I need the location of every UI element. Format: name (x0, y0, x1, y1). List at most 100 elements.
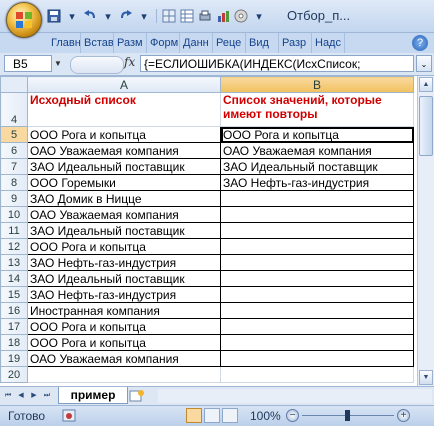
redo-dropdown-icon[interactable]: ▾ (136, 8, 152, 24)
row-header[interactable]: 6 (0, 142, 28, 159)
cell-b16[interactable] (220, 302, 414, 319)
row-header[interactable]: 5 (0, 126, 28, 143)
insert-sheet-icon[interactable] (128, 389, 146, 403)
column-header-a[interactable]: A (27, 76, 221, 93)
format-icon[interactable] (161, 8, 177, 24)
tab-view[interactable]: Вид (246, 33, 279, 53)
cell-b17[interactable] (220, 318, 414, 335)
scroll-down-icon[interactable]: ▼ (419, 370, 433, 385)
formula-input[interactable]: {=ЕСЛИОШИБКА(ИНДЕКС(ИсхСписок; (140, 55, 414, 72)
cell-b10[interactable] (220, 206, 414, 223)
cell-a5[interactable]: ООО Рога и копытца (27, 126, 221, 143)
cell-a18[interactable]: ООО Рога и копытца (27, 334, 221, 351)
cell-b14[interactable] (220, 270, 414, 287)
cell-a19[interactable]: ОАО Уважаемая компания (27, 350, 221, 367)
row-header[interactable]: 18 (0, 334, 28, 351)
cell-a14[interactable]: ЗАО Идеальный поставщик (27, 270, 221, 287)
cell-a17[interactable]: ООО Рога и копытца (27, 318, 221, 335)
last-sheet-icon[interactable]: ⏭ (41, 389, 53, 402)
tab-insert[interactable]: Встав (81, 33, 114, 53)
name-box-dropdown-icon[interactable]: ▼ (52, 55, 64, 72)
cell-b19[interactable] (220, 350, 414, 367)
horizontal-scrollbar[interactable] (158, 389, 432, 403)
row-header[interactable]: 9 (0, 190, 28, 207)
cell-a20[interactable] (27, 366, 221, 383)
macro-record-icon[interactable] (62, 409, 76, 422)
row-header[interactable]: 17 (0, 318, 28, 335)
chart-icon[interactable] (215, 8, 231, 24)
tab-data[interactable]: Данн (180, 33, 213, 53)
page-layout-view-icon[interactable] (204, 408, 220, 423)
next-sheet-icon[interactable]: ▶ (28, 389, 40, 402)
cell-a15[interactable]: ЗАО Нефть-газ-индустрия (27, 286, 221, 303)
table-icon[interactable] (179, 8, 195, 24)
cell-b7[interactable]: ЗАО Идеальный поставщик (220, 158, 414, 175)
tab-formulas[interactable]: Форм (147, 33, 180, 53)
help-icon[interactable]: ? (412, 35, 428, 51)
row-header[interactable]: 10 (0, 206, 28, 223)
cell-b15[interactable] (220, 286, 414, 303)
cell-b5[interactable]: ООО Рога и копытца (220, 126, 414, 143)
cell-a16[interactable]: Иностранная компания (27, 302, 221, 319)
save-icon[interactable] (46, 8, 62, 24)
row-header[interactable]: 4 (0, 92, 28, 127)
tab-review[interactable]: Реце (213, 33, 246, 53)
column-header-b[interactable]: B (220, 76, 414, 93)
disc-icon[interactable] (233, 8, 249, 24)
cell-b12[interactable] (220, 238, 414, 255)
print-icon[interactable] (197, 8, 213, 24)
row-header[interactable]: 8 (0, 174, 28, 191)
cell-b11[interactable] (220, 222, 414, 239)
cell-a12[interactable]: ООО Рога и копытца (27, 238, 221, 255)
undo-icon[interactable] (82, 8, 98, 24)
cell-b9[interactable] (220, 190, 414, 207)
zoom-slider-thumb[interactable] (345, 410, 350, 421)
select-all-corner[interactable] (0, 76, 28, 93)
row-header[interactable]: 7 (0, 158, 28, 175)
row-header[interactable]: 19 (0, 350, 28, 367)
prev-sheet-icon[interactable]: ◀ (15, 389, 27, 402)
cell-a7[interactable]: ЗАО Идеальный поставщик (27, 158, 221, 175)
tab-developer[interactable]: Разр (279, 33, 312, 53)
tab-page-layout[interactable]: Разм (114, 33, 147, 53)
office-button[interactable] (6, 2, 42, 38)
cell-b20[interactable] (220, 366, 414, 383)
undo-dropdown-icon[interactable]: ▾ (100, 8, 116, 24)
redo-icon[interactable] (118, 8, 134, 24)
cell-b4[interactable]: Список значений, которые имеют повторы (220, 92, 414, 127)
cell-a8[interactable]: ООО Горемыки (27, 174, 221, 191)
row-header[interactable]: 13 (0, 254, 28, 271)
row-header[interactable]: 12 (0, 238, 28, 255)
row-header[interactable]: 20 (0, 366, 28, 383)
cell-a13[interactable]: ЗАО Нефть-газ-индустрия (27, 254, 221, 271)
zoom-level[interactable]: 100% (250, 409, 281, 423)
cell-b6[interactable]: ОАО Уважаемая компания (220, 142, 414, 159)
cell-a4[interactable]: Исходный список (27, 92, 221, 127)
normal-view-icon[interactable] (186, 408, 202, 423)
tab-home[interactable]: Главн (48, 33, 81, 53)
vertical-scrollbar[interactable]: ▲ ▼ (417, 76, 434, 386)
row-header[interactable]: 15 (0, 286, 28, 303)
insert-function-button[interactable]: fx (124, 55, 135, 69)
sheet-tab-active[interactable]: пример (58, 387, 128, 404)
page-break-view-icon[interactable] (222, 408, 238, 423)
scroll-thumb[interactable] (419, 96, 433, 156)
cell-a10[interactable]: ОАО Уважаемая компания (27, 206, 221, 223)
cell-b18[interactable] (220, 334, 414, 351)
customize-toolbar-icon[interactable]: ▾ (251, 8, 267, 24)
expand-formula-bar-icon[interactable]: ⌄ (416, 55, 432, 72)
dropdown-arrow-icon[interactable]: ▾ (64, 8, 80, 24)
cell-b13[interactable] (220, 254, 414, 271)
name-box[interactable]: B5 (4, 55, 52, 72)
tab-addins[interactable]: Надс (312, 33, 345, 53)
scroll-up-icon[interactable]: ▲ (419, 77, 433, 92)
cell-a6[interactable]: ОАО Уважаемая компания (27, 142, 221, 159)
row-header[interactable]: 14 (0, 270, 28, 287)
zoom-out-icon[interactable]: − (286, 409, 299, 422)
row-header[interactable]: 11 (0, 222, 28, 239)
row-header[interactable]: 16 (0, 302, 28, 319)
cell-a9[interactable]: ЗАО Домик в Ницце (27, 190, 221, 207)
cell-a11[interactable]: ЗАО Идеальный поставщик (27, 222, 221, 239)
first-sheet-icon[interactable]: ⏮ (2, 389, 14, 402)
cell-b8[interactable]: ЗАО Нефть-газ-индустрия (220, 174, 414, 191)
